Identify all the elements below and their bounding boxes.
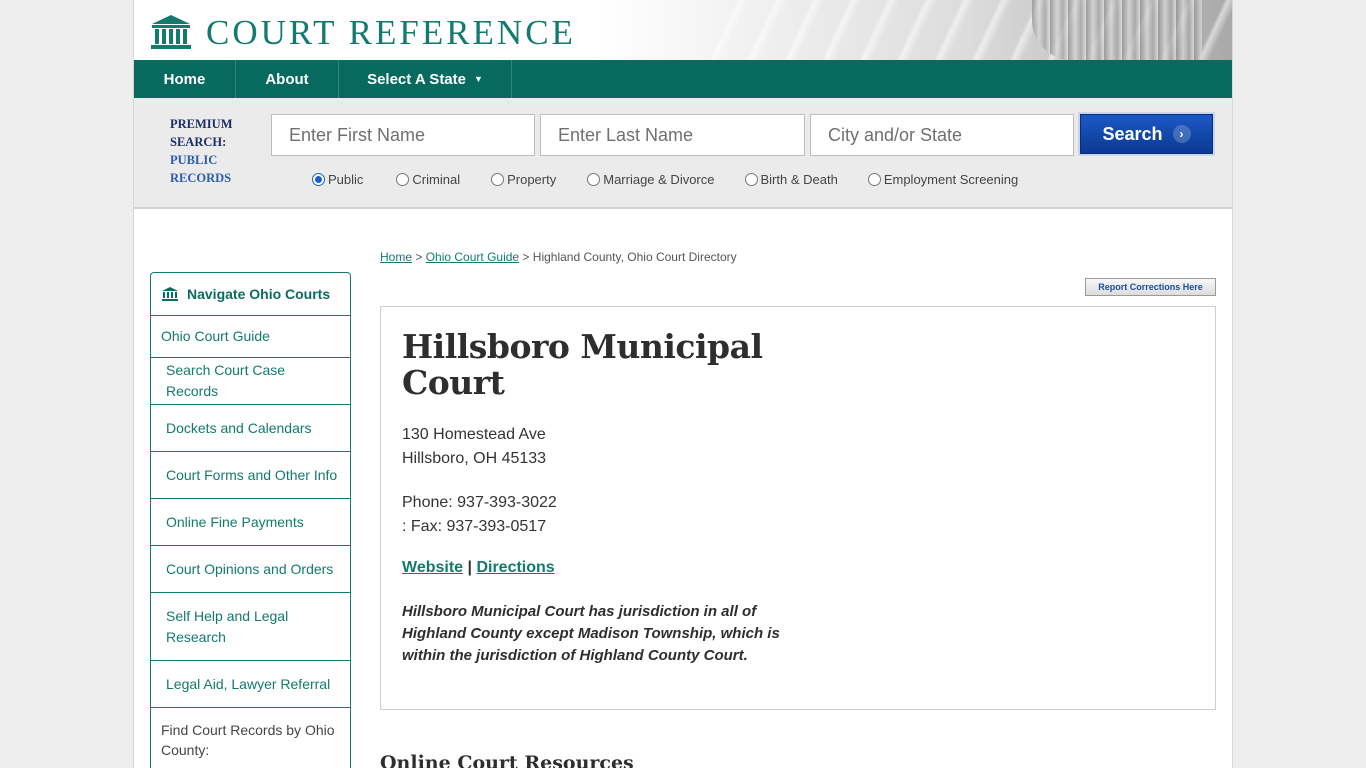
- search-type-radio-group: Public Criminal Property Marriage & Divo…: [312, 172, 1018, 187]
- breadcrumb-ohio-guide-link[interactable]: Ohio Court Guide: [426, 250, 519, 264]
- court-jurisdiction-note: Hillsboro Municipal Court has jurisdicti…: [402, 603, 780, 664]
- header-banner: COURT REFERENCE: [134, 0, 1232, 60]
- online-court-resources-heading: Online Court Resources: [380, 752, 634, 768]
- court-detail-card: Hillsboro Municipal Court 130 Homestead …: [380, 306, 1216, 710]
- nav-select-state[interactable]: Select A State ▼: [339, 60, 512, 98]
- radio-button[interactable]: [867, 173, 881, 186]
- radio-button[interactable]: [491, 173, 505, 186]
- radio-button[interactable]: [587, 173, 601, 186]
- logo-text: COURT REFERENCE: [206, 12, 576, 52]
- chevron-right-icon: ›: [1172, 125, 1191, 143]
- radio-label: Property: [507, 172, 557, 187]
- radio-label: Marriage & Divorce: [603, 172, 715, 187]
- radio-label: Birth & Death: [760, 172, 838, 187]
- first-name-input[interactable]: [271, 114, 535, 156]
- radio-criminal[interactable]: Criminal: [396, 172, 460, 187]
- court-title: Hillsboro Municipal Court: [402, 327, 763, 402]
- address-line-2: Hillsboro, OH 45133: [402, 450, 547, 467]
- breadcrumb: Home > Ohio Court Guide > Highland Count…: [380, 250, 737, 264]
- sidebar-item-court-opinions[interactable]: Court Opinions and Orders: [151, 546, 350, 593]
- radio-button[interactable]: [396, 173, 410, 186]
- breadcrumb-separator: >: [412, 250, 426, 264]
- city-state-input[interactable]: [810, 114, 1074, 156]
- search-button-label: Search: [1102, 123, 1163, 144]
- court-links: Website | Directions: [402, 559, 555, 577]
- court-fax: : Fax: 937-393-0517: [402, 518, 547, 535]
- link-separator: |: [463, 559, 477, 576]
- website-link[interactable]: Website: [402, 559, 463, 576]
- last-name-input[interactable]: [540, 114, 805, 156]
- sidebar-item-search-court-case-records[interactable]: Search Court Case Records: [151, 358, 350, 405]
- courthouse-icon: [162, 287, 178, 301]
- sidebar-header: Navigate Ohio Courts: [151, 273, 350, 316]
- radio-button[interactable]: [744, 173, 758, 186]
- sidebar-title: Navigate Ohio Courts: [187, 286, 331, 302]
- public-records-heading: PUBLIC RECORDS: [170, 153, 232, 185]
- sidebar-item-ohio-court-guide[interactable]: Ohio Court Guide: [151, 316, 350, 358]
- site-logo[interactable]: COURT REFERENCE: [150, 14, 576, 50]
- sidebar-item-legal-aid[interactable]: Legal Aid, Lawyer Referral: [151, 661, 350, 708]
- nav-select-state-label: Select A State: [367, 70, 466, 88]
- report-corrections-button[interactable]: Report Corrections Here: [1085, 278, 1216, 296]
- address-line-1: 130 Homestead Ave: [402, 426, 546, 443]
- breadcrumb-separator: >: [519, 250, 533, 264]
- breadcrumb-home-link[interactable]: Home: [380, 250, 412, 264]
- radio-property[interactable]: Property: [491, 172, 556, 187]
- radio-button-selected[interactable]: [312, 173, 325, 186]
- radio-label: Employment Screening: [883, 172, 1019, 187]
- radio-employment-screening[interactable]: Employment Screening: [867, 172, 1019, 187]
- court-contact: Phone: 937-393-3022 : Fax: 937-393-0517: [402, 491, 557, 539]
- radio-public[interactable]: Public: [312, 172, 363, 187]
- sidebar-nav: Navigate Ohio Courts Ohio Court Guide Se…: [150, 272, 351, 768]
- nav-home[interactable]: Home: [134, 60, 236, 98]
- sidebar-item-dockets-calendars[interactable]: Dockets and Calendars: [151, 405, 350, 452]
- sidebar-item-online-fine-payments[interactable]: Online Fine Payments: [151, 499, 350, 546]
- premium-search-bar: PREMIUM SEARCH: PUBLIC RECORDS Search › …: [134, 98, 1232, 209]
- radio-birth-death[interactable]: Birth & Death: [744, 172, 838, 187]
- radio-label: Criminal: [412, 172, 461, 187]
- nav-about[interactable]: About: [236, 60, 339, 98]
- court-address: 130 Homestead Ave Hillsboro, OH 45133: [402, 423, 546, 471]
- caret-down-icon: ▼: [474, 74, 483, 84]
- court-phone: Phone: 937-393-3022: [402, 494, 557, 511]
- sidebar-item-court-forms[interactable]: Court Forms and Other Info: [151, 452, 350, 499]
- page-container: COURT REFERENCE Home About Select A Stat…: [133, 0, 1233, 768]
- search-button[interactable]: Search ›: [1080, 114, 1213, 154]
- sidebar-county-prompt: Find Court Records by Ohio County:: [161, 722, 335, 758]
- courthouse-icon: [151, 15, 191, 49]
- main-nav: Home About Select A State ▼: [134, 60, 1232, 98]
- premium-search-label: PREMIUM SEARCH: PUBLIC RECORDS: [170, 115, 250, 187]
- directions-link[interactable]: Directions: [476, 559, 554, 576]
- breadcrumb-current: Highland County, Ohio Court Directory: [532, 250, 737, 264]
- sidebar-item-self-help[interactable]: Self Help and Legal Research: [151, 593, 350, 661]
- premium-search-heading: PREMIUM SEARCH:: [170, 117, 233, 149]
- radio-label: Public: [328, 172, 364, 187]
- radio-marriage-divorce[interactable]: Marriage & Divorce: [587, 172, 715, 187]
- banner-column-image: [1032, 0, 1202, 60]
